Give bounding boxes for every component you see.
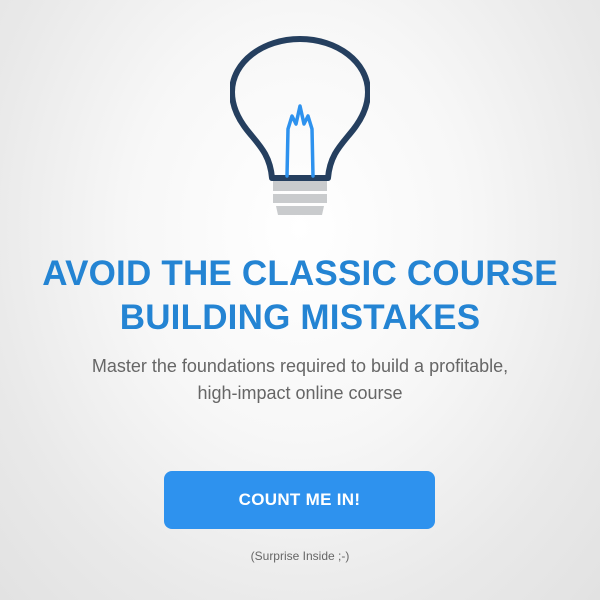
headline-line-2: BUILDING MISTAKES [119, 298, 481, 337]
headline: AVOID THE CLASSIC COURSE BUILDING MISTAK… [0, 252, 600, 340]
headline-line-1: AVOID THE CLASSIC COURSE [42, 254, 558, 293]
bulb-base [273, 181, 327, 215]
subtitle-line-2: high-impact online course [197, 383, 403, 403]
optin-panel: AVOID THE CLASSIC COURSE BUILDING MISTAK… [0, 0, 600, 600]
surprise-note: (Surprise Inside ;-) [250, 549, 350, 563]
subtitle-line-1: Master the foundations required to build… [91, 356, 509, 376]
lightbulb-icon [230, 36, 370, 215]
count-me-in-button[interactable]: COUNT ME IN! [164, 471, 435, 529]
subtitle: Master the foundations required to build… [0, 353, 600, 407]
bulb-filament [285, 104, 315, 178]
